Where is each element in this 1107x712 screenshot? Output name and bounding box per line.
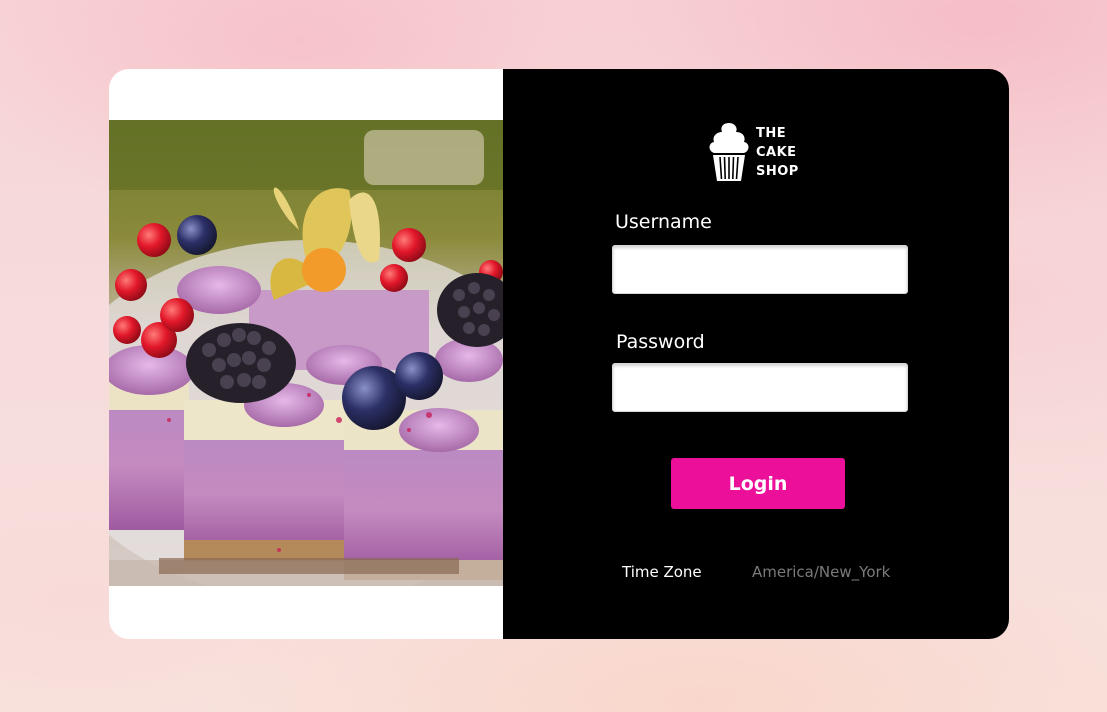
timezone-value: America/New_York (752, 563, 891, 581)
password-input[interactable] (612, 363, 908, 412)
cake-photo (109, 120, 503, 586)
cupcake-icon (709, 123, 749, 181)
username-label: Username (615, 211, 712, 233)
login-panel: THE CAKE SHOP Username Password Login Ti… (503, 69, 1009, 639)
username-input[interactable] (612, 245, 908, 294)
login-card: THE CAKE SHOP Username Password Login Ti… (109, 69, 1009, 639)
login-button[interactable]: Login (671, 458, 845, 509)
hero-panel (109, 69, 503, 639)
brand-logo: THE CAKE SHOP (708, 121, 799, 183)
timezone-label: Time Zone (622, 563, 702, 581)
brand-line-3: SHOP (756, 163, 799, 179)
brand-name: THE CAKE SHOP (756, 124, 799, 181)
password-label: Password (616, 331, 705, 353)
brand-line-1: THE (756, 125, 787, 141)
brand-line-2: CAKE (756, 144, 797, 160)
